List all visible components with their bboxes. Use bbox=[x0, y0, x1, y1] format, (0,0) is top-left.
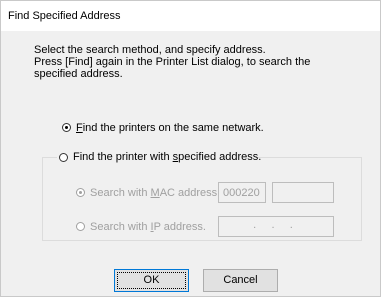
mnemonic-f: F bbox=[76, 122, 83, 134]
mnemonic-m: M bbox=[150, 187, 160, 199]
mac-label-pre: Search with bbox=[90, 187, 151, 199]
specified-address-label[interactable]: Find the printer with specified address. bbox=[73, 151, 261, 163]
mac-prefix-value: 000220 bbox=[223, 187, 260, 199]
mac-label-post: AC address. bbox=[159, 187, 221, 199]
ok-button[interactable]: OK bbox=[114, 269, 189, 292]
dialog-content: Select the search method, and specify ad… bbox=[1, 31, 380, 296]
specified-address-radio[interactable] bbox=[59, 153, 68, 162]
specified-address-label-pre: Find the printer with bbox=[73, 151, 173, 163]
ip-address-label[interactable]: Search with IP address. bbox=[90, 221, 206, 233]
same-network-label[interactable]: Find the printers on the same netwark. bbox=[76, 122, 264, 134]
same-network-label-text: ind the printers on the same netwark. bbox=[82, 122, 264, 134]
ip-address-value: . . . bbox=[247, 219, 293, 231]
find-address-dialog: Find Specified Address Select the search… bbox=[0, 0, 381, 297]
instructions: Select the search method, and specify ad… bbox=[34, 44, 344, 80]
mac-prefix-field: 000220 bbox=[218, 182, 266, 203]
radio-selected-dot bbox=[65, 126, 68, 129]
same-network-radio[interactable] bbox=[62, 123, 71, 132]
cancel-button-label: Cancel bbox=[223, 274, 258, 286]
instructions-line-3: specified address. bbox=[34, 68, 123, 80]
focus-rectangle bbox=[117, 272, 186, 289]
window-title: Find Specified Address bbox=[8, 10, 121, 22]
ip-label-pre: Search with bbox=[90, 221, 151, 233]
ip-label-post: P address. bbox=[153, 221, 206, 233]
ip-address-radio[interactable] bbox=[76, 222, 85, 231]
radio-selected-dot bbox=[79, 191, 82, 194]
cancel-button[interactable]: Cancel bbox=[203, 269, 278, 292]
specified-address-label-post: pecified address. bbox=[178, 151, 262, 163]
specified-address-legend: Find the printer with specified address. bbox=[57, 151, 261, 165]
mac-address-radio[interactable] bbox=[76, 188, 85, 197]
ip-address-input[interactable]: . . . bbox=[218, 216, 334, 237]
instructions-line-2: Press [Find] again in the Printer List d… bbox=[34, 56, 311, 68]
mac-address-label[interactable]: Search with MAC address. bbox=[90, 187, 220, 199]
instructions-line-1: Select the search method, and specify ad… bbox=[34, 44, 266, 56]
mac-address-input[interactable] bbox=[272, 182, 334, 203]
title-bar: Find Specified Address bbox=[1, 1, 380, 31]
